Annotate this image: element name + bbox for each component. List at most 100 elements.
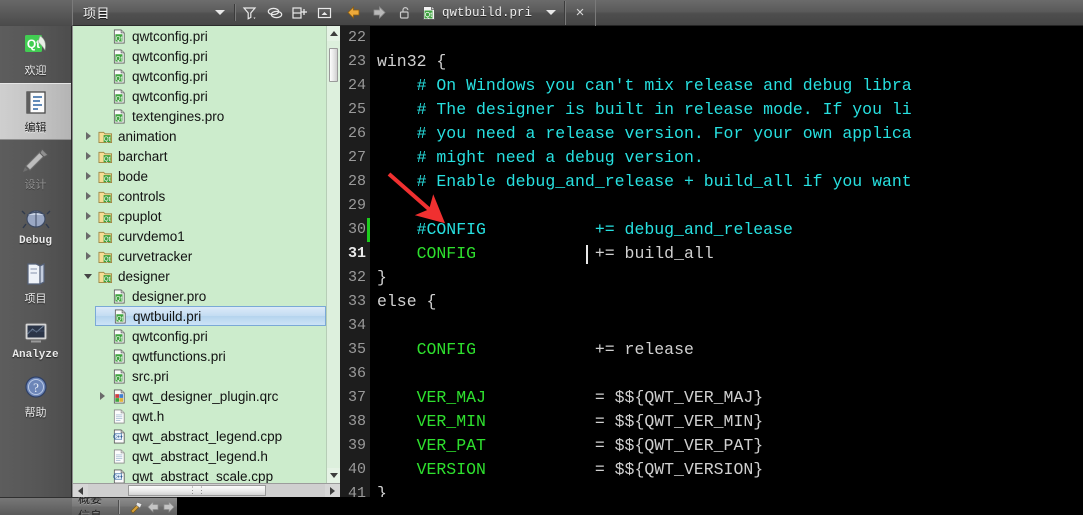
build-hammer-icon[interactable] [129, 499, 145, 515]
code-line[interactable]: # Enable debug_and_release + build_all i… [370, 170, 1083, 194]
expander-closed[interactable] [81, 172, 95, 180]
tree-row[interactable]: Qt qwtconfig.pri [95, 26, 326, 46]
sidebar-item-analyze[interactable]: Analyze [0, 311, 71, 368]
previous-item-button[interactable] [145, 499, 161, 515]
tree-row[interactable]: C++ qwt_abstract_scale.cpp [95, 466, 326, 484]
line-number: 24 [347, 77, 366, 94]
code-line[interactable]: #CONFIG += debug_and_release [370, 218, 1083, 242]
scroll-right-button[interactable] [325, 484, 340, 497]
sidebar-item-debug[interactable]: Debug [0, 197, 71, 254]
code-line[interactable] [370, 314, 1083, 338]
navigate-forward-button[interactable] [366, 0, 392, 26]
tree-row[interactable]: qwt_designer_plugin.qrc [95, 386, 326, 406]
close-tab-button[interactable]: × [565, 0, 595, 26]
scroll-left-button[interactable] [73, 484, 88, 497]
triangle-right-icon [85, 172, 91, 180]
tree-row[interactable]: Qt controls [81, 186, 326, 206]
tree-row[interactable]: Qt qwtconfig.pri [95, 66, 326, 86]
code-line[interactable]: win32 { [370, 50, 1083, 74]
code-line[interactable]: CONFIG += build_all [370, 242, 1083, 266]
navigate-back-button[interactable] [340, 0, 366, 26]
line-number: 26 [347, 125, 366, 142]
tree-horizontal-scrollbar[interactable]: ⋮⋮ [73, 483, 340, 497]
scroll-down-button[interactable] [327, 468, 340, 483]
tree-row[interactable]: Qt animation [81, 126, 326, 146]
code-line[interactable]: CONFIG += release [370, 338, 1083, 362]
tree-row[interactable]: Qt curvdemo1 [81, 226, 326, 246]
tab-file-icon-wrap: Qt [418, 0, 440, 26]
tree-row-label: cpuplot [118, 208, 162, 224]
sidebar-item-edit[interactable]: 编辑 [0, 83, 71, 140]
scrollbar-thumb[interactable] [329, 48, 338, 82]
expander-closed[interactable] [95, 392, 109, 400]
tree-row[interactable]: Qt bode [81, 166, 326, 186]
tree-row[interactable]: Qt barchart [81, 146, 326, 166]
expander-closed[interactable] [81, 152, 95, 160]
expander-closed[interactable] [81, 212, 95, 220]
scrollbar-thumb[interactable]: ⋮⋮ [128, 485, 266, 496]
sidebar-item-welcome[interactable]: Qt 欢迎 [0, 26, 71, 83]
code-line[interactable]: VERSION = $${QWT_VERSION} [370, 458, 1083, 482]
filter-button[interactable] [238, 2, 261, 24]
file-icon-wrap: Qt [95, 149, 115, 164]
project-selector-dropdown[interactable] [209, 10, 231, 15]
tree-row[interactable]: Qt curvetracker [81, 246, 326, 266]
code-line[interactable]: else { [370, 290, 1083, 314]
sync-with-editor-button[interactable] [263, 2, 286, 24]
text-cursor [586, 245, 588, 264]
collapse-panel-button[interactable] [313, 2, 336, 24]
code-line[interactable]: VER_MAJ = $${QWT_VER_MAJ} [370, 386, 1083, 410]
tree-row[interactable]: Qt textengines.pro [95, 106, 326, 126]
code-line[interactable] [370, 362, 1083, 386]
file-icon-wrap: Qt [110, 309, 130, 324]
chevron-down-icon [215, 10, 225, 15]
code-line[interactable]: # The designer is built in release mode.… [370, 98, 1083, 122]
code-text-area[interactable]: win32 { # On Windows you can't mix relea… [370, 26, 1083, 497]
tree-vertical-scrollbar[interactable] [326, 26, 340, 483]
sidebar-item-help[interactable]: ? 帮助 [0, 368, 71, 425]
expander-open[interactable] [81, 273, 95, 279]
active-tab-filename[interactable]: qwtbuild.pri [440, 6, 538, 20]
sidebar-item-projects[interactable]: 项目 [0, 254, 71, 311]
tree-row[interactable]: Qt qwtfunctions.pri [95, 346, 326, 366]
code-span-variable: VER_MAJ [377, 388, 486, 407]
code-line[interactable]: VER_MIN = $${QWT_VER_MIN} [370, 410, 1083, 434]
cpp-file-icon: C++ [113, 469, 125, 483]
scroll-up-button[interactable] [327, 26, 340, 41]
tree-row[interactable]: Qt qwtconfig.pri [95, 326, 326, 346]
file-icon-wrap [109, 389, 129, 404]
expander-closed[interactable] [81, 232, 95, 240]
expander-closed[interactable] [81, 252, 95, 260]
expander-closed[interactable] [81, 132, 95, 140]
code-line[interactable]: # you need a release version. For your o… [370, 122, 1083, 146]
tree-row-selected[interactable]: Qt qwtbuild.pri [95, 306, 326, 326]
code-line[interactable] [370, 194, 1083, 218]
code-line[interactable]: # On Windows you can't mix release and d… [370, 74, 1083, 98]
tab-list-dropdown[interactable] [538, 0, 564, 26]
code-editor[interactable]: 22 23 24 25 26 27 28 29 30 31 32 33 34 35 36 37 38 39 40 41… [340, 26, 1083, 497]
tree-row[interactable]: Qt designer [81, 266, 326, 286]
code-line[interactable] [370, 26, 1083, 50]
tree-row[interactable]: Qt cpuplot [81, 206, 326, 226]
add-split-button[interactable] [288, 2, 311, 24]
collapse-icon [317, 7, 332, 18]
tree-row[interactable]: Qt designer.pro [95, 286, 326, 306]
sidebar-item-design[interactable]: 设计 [0, 140, 71, 197]
expander-closed[interactable] [81, 192, 95, 200]
code-line[interactable]: } [370, 482, 1083, 497]
tree-row[interactable]: qwt.h [95, 406, 326, 426]
tree-row[interactable]: qwt_abstract_legend.h [95, 446, 326, 466]
tree-row[interactable]: C++ qwt_abstract_legend.cpp [95, 426, 326, 446]
toggle-lock-button[interactable] [392, 0, 418, 26]
scrollbar-track[interactable]: ⋮⋮ [88, 484, 325, 497]
code-span-comment: # Enable debug_and_release + build_all i… [377, 172, 912, 191]
code-line[interactable]: } [370, 266, 1083, 290]
next-item-button[interactable] [161, 499, 177, 515]
tree-row[interactable]: Qt src.pri [95, 366, 326, 386]
tree-row[interactable]: Qt qwtconfig.pri [95, 46, 326, 66]
code-span-plain: += build_all [476, 244, 714, 263]
code-line[interactable]: VER_PAT = $${QWT_VER_PAT} [370, 434, 1083, 458]
tree-row[interactable]: Qt qwtconfig.pri [95, 86, 326, 106]
code-span-comment: #CONFIG += debug_and_release [377, 220, 793, 239]
code-line[interactable]: # might need a debug version. [370, 146, 1083, 170]
